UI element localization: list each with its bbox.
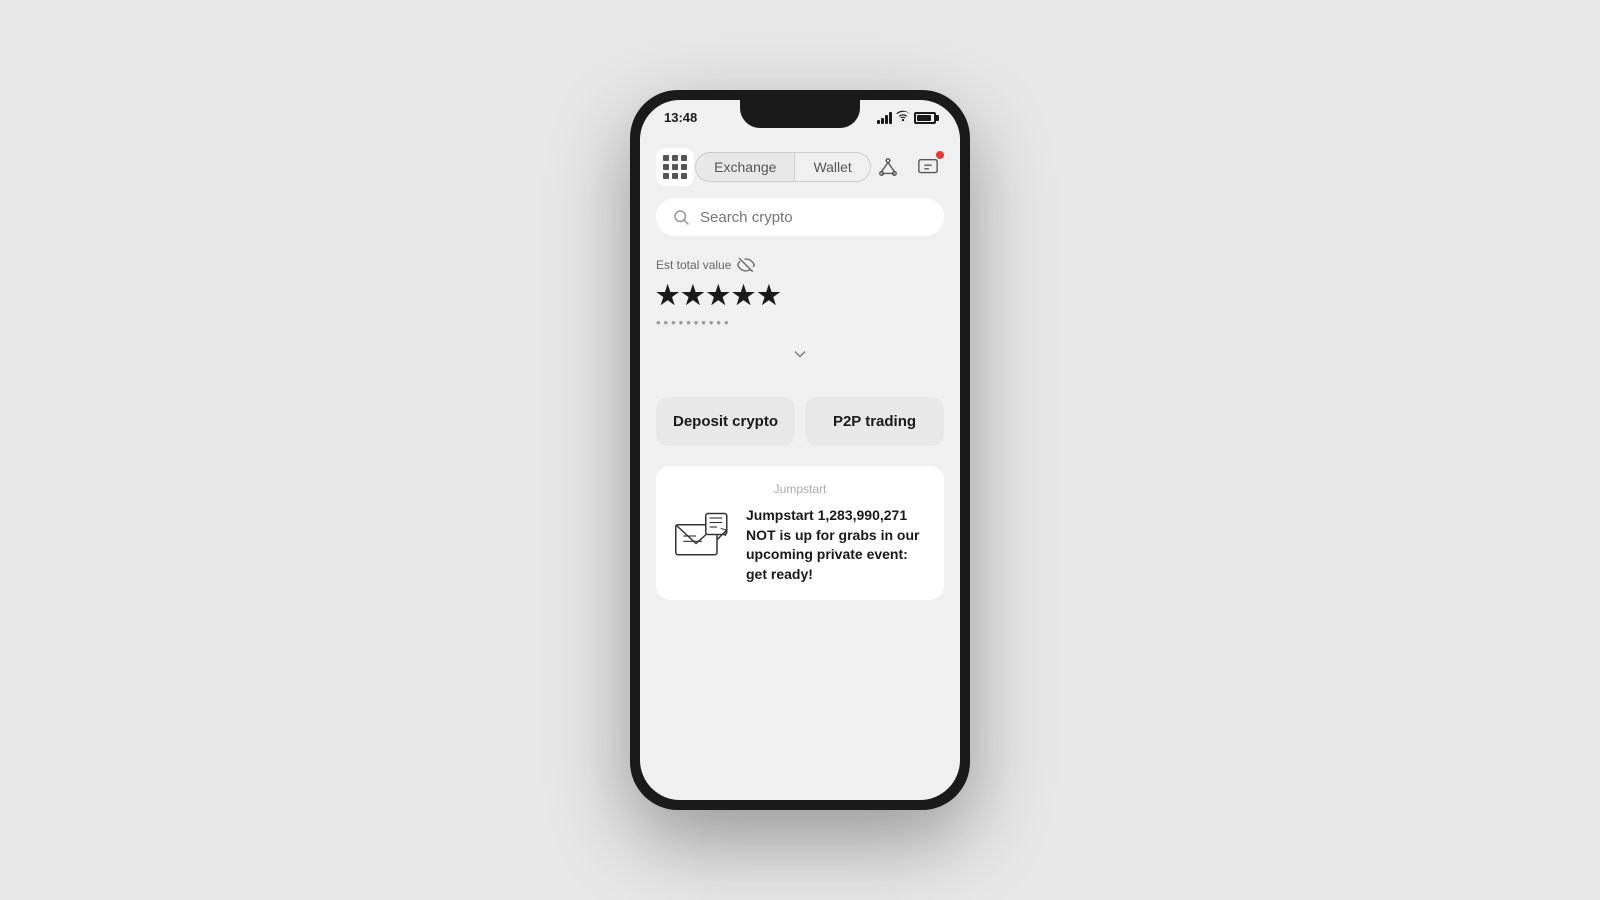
grid-icon [663,155,687,179]
search-bar[interactable] [656,198,944,236]
nav-tabs: Exchange Wallet [695,152,871,182]
portfolio-section: Est total value ★★★★★ •••••••••• [640,252,960,397]
messages-icon-button[interactable] [912,151,944,183]
status-time: 13:48 [664,110,697,125]
wallet-tab[interactable]: Wallet [794,152,870,182]
deposit-crypto-button[interactable]: Deposit crypto [656,397,795,446]
phone-screen: 13:48 [640,100,960,800]
top-nav: Exchange Wallet [640,140,960,198]
search-icon [672,208,690,226]
signal-icon [877,112,892,124]
jumpstart-envelope-icon [672,506,732,566]
notch [740,100,860,128]
est-label: Est total value [656,256,944,274]
network-icon [877,156,899,178]
eye-slash-icon[interactable] [737,256,755,274]
status-bar: 13:48 [640,100,960,140]
p2p-trading-button[interactable]: P2P trading [805,397,944,446]
notification-badge [936,151,944,159]
jumpstart-label: Jumpstart [672,482,928,496]
exchange-tab[interactable]: Exchange [695,152,794,182]
expand-button[interactable] [656,340,944,381]
phone-frame: 13:48 [630,90,970,810]
secondary-value: •••••••••• [656,315,944,330]
network-icon-button[interactable] [872,151,904,183]
app-content: Exchange Wallet [640,140,960,800]
grid-menu-button[interactable] [656,148,694,186]
search-input[interactable] [700,209,928,226]
status-icons [877,110,936,125]
action-buttons: Deposit crypto P2P trading [656,397,944,446]
chevron-down-icon [790,344,810,364]
messages-icon [917,156,939,178]
total-value: ★★★★★ [656,280,944,311]
jumpstart-content: Jumpstart 1,283,990,271 NOT is up for gr… [672,506,928,584]
right-icons [872,151,944,183]
jumpstart-text: Jumpstart 1,283,990,271 NOT is up for gr… [746,506,928,584]
jumpstart-section: Jumpstart [656,466,944,600]
wifi-icon [896,110,910,125]
battery-icon [914,112,936,124]
